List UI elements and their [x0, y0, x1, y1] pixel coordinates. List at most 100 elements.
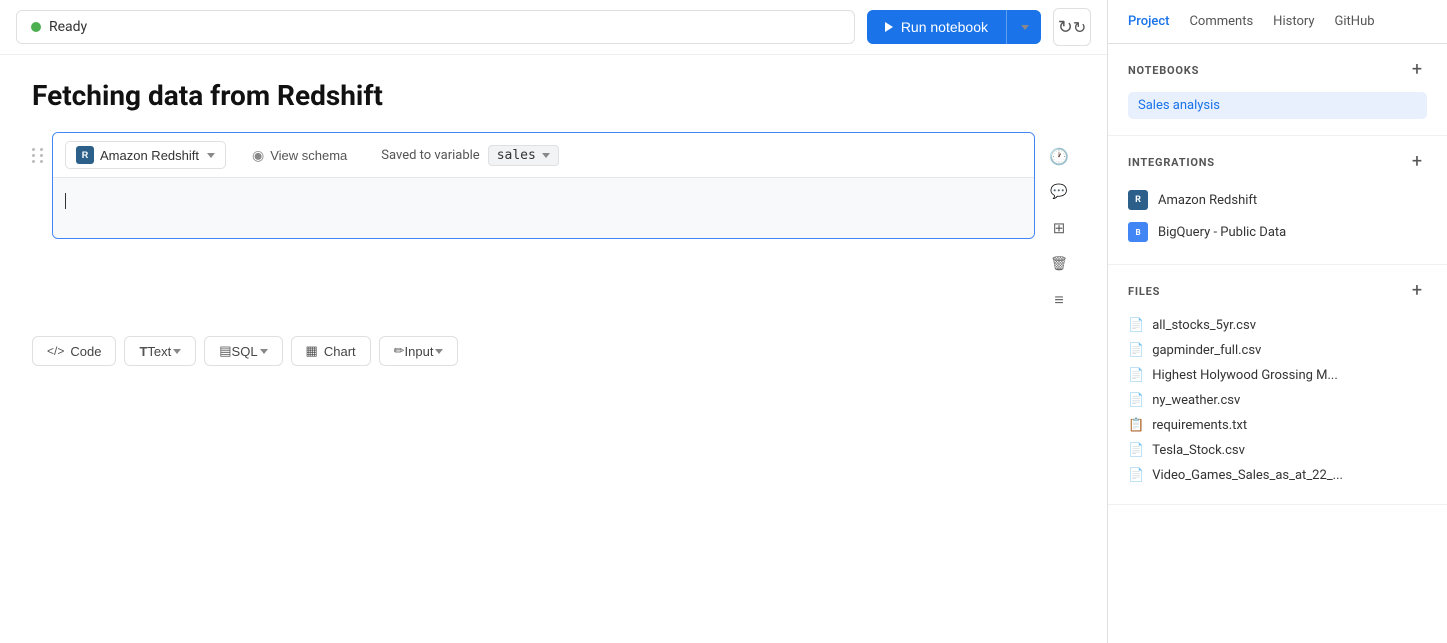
- sidebar-nav-project[interactable]: Project: [1128, 14, 1169, 29]
- file-item-gapminder[interactable]: 📄 gapminder_full.csv: [1128, 338, 1427, 363]
- source-selector-button[interactable]: R Amazon Redshift: [65, 141, 226, 169]
- drag-dots-grid: [32, 148, 44, 163]
- page-body: Fetching data from Redshift: [0, 55, 1107, 643]
- more-cell-icon[interactable]: ≡: [1043, 284, 1075, 316]
- integrations-section: INTEGRATIONS + R Amazon Redshift B BigQu…: [1108, 136, 1447, 265]
- file-item-requirements[interactable]: 📋 requirements.txt: [1128, 413, 1427, 438]
- run-btn-main[interactable]: Run notebook: [867, 10, 1007, 44]
- redshift-sidebar-icon: R: [1128, 190, 1148, 210]
- cell-actions: 🕐 💬 ⊞ 🗑 ≡: [1043, 132, 1075, 316]
- file-icon-video-games: 📄: [1128, 468, 1144, 483]
- file-icon-hollywood: 📄: [1128, 368, 1144, 383]
- main-content: Ready Run notebook ↻ Fetching data from …: [0, 0, 1107, 643]
- files-title: FILES: [1128, 285, 1160, 298]
- drag-dot: [32, 160, 35, 163]
- notebooks-section-header: NOTEBOOKS +: [1128, 60, 1427, 80]
- drag-dot: [40, 148, 43, 151]
- file-item-video-games[interactable]: 📄 Video_Games_Sales_as_at_22_...: [1128, 463, 1427, 488]
- view-schema-button[interactable]: ◉ View schema: [242, 143, 357, 168]
- file-item-ny-weather[interactable]: 📄 ny_weather.csv: [1128, 388, 1427, 413]
- file-item-tesla[interactable]: 📄 Tesla_Stock.csv: [1128, 438, 1427, 463]
- add-chart-button[interactable]: ▦ Chart: [291, 336, 371, 366]
- notebook-item-sales-analysis[interactable]: Sales analysis: [1128, 92, 1427, 119]
- cell-editor[interactable]: [53, 178, 1034, 238]
- bigquery-label: BigQuery - Public Data: [1158, 225, 1286, 240]
- notebooks-section: NOTEBOOKS + Sales analysis: [1108, 44, 1447, 136]
- drag-dot: [32, 154, 35, 157]
- menu-icon: ≡: [1054, 290, 1063, 310]
- refresh-button[interactable]: ↻: [1053, 8, 1091, 46]
- variable-name: sales: [497, 148, 536, 163]
- notebooks-title: NOTEBOOKS: [1128, 64, 1199, 77]
- comment-icon: 💬: [1050, 184, 1067, 200]
- add-file-button[interactable]: +: [1407, 281, 1427, 301]
- play-icon: [885, 22, 893, 32]
- add-integration-button[interactable]: +: [1407, 152, 1427, 172]
- clock-cell-icon: 🕐: [1049, 147, 1069, 166]
- files-section-header: FILES +: [1128, 281, 1427, 301]
- comment-cell-icon[interactable]: 💬: [1043, 176, 1075, 208]
- redshift-label: Amazon Redshift: [1158, 193, 1257, 208]
- run-btn-dropdown[interactable]: [1007, 16, 1041, 39]
- drag-dot: [32, 148, 35, 151]
- notebook-area: Fetching data from Redshift: [32, 79, 1075, 619]
- redshift-cell-icon: R: [76, 146, 94, 164]
- text-btn-icon: T: [139, 344, 147, 359]
- status-pill: Ready: [16, 10, 855, 44]
- status-label: Ready: [49, 19, 87, 35]
- input-chevron-icon: [435, 349, 443, 354]
- sql-btn-icon: ▤: [219, 343, 231, 359]
- integrations-section-header: INTEGRATIONS +: [1128, 152, 1427, 172]
- input-label: Input: [405, 344, 434, 359]
- drag-handle[interactable]: [32, 132, 44, 163]
- run-cell-icon[interactable]: 🕐: [1043, 140, 1075, 172]
- run-notebook-button[interactable]: Run notebook: [867, 10, 1041, 44]
- file-label-requirements: requirements.txt: [1152, 418, 1247, 433]
- file-label-hollywood: Highest Holywood Grossing M...: [1152, 368, 1338, 383]
- status-dot: [31, 22, 41, 32]
- sidebar-nav: Project Comments History GitHub: [1108, 0, 1447, 44]
- file-item-all-stocks[interactable]: 📄 all_stocks_5yr.csv: [1128, 313, 1427, 338]
- file-label-all-stocks: all_stocks_5yr.csv: [1152, 318, 1256, 333]
- file-icon-gapminder: 📄: [1128, 343, 1144, 358]
- add-notebook-button[interactable]: +: [1407, 60, 1427, 80]
- variable-badge[interactable]: sales: [488, 145, 559, 166]
- integration-bigquery[interactable]: B BigQuery - Public Data: [1128, 216, 1427, 248]
- file-label-gapminder: gapminder_full.csv: [1152, 343, 1261, 358]
- add-text-button[interactable]: T Text: [124, 336, 196, 366]
- file-item-hollywood[interactable]: 📄 Highest Holywood Grossing M...: [1128, 363, 1427, 388]
- add-sql-button[interactable]: ▤ SQL: [204, 336, 282, 366]
- bigquery-sidebar-icon: B: [1128, 222, 1148, 242]
- files-section: FILES + 📄 all_stocks_5yr.csv 📄 gapminder…: [1108, 265, 1447, 505]
- file-icon-all-stocks: 📄: [1128, 318, 1144, 333]
- source-label: Amazon Redshift: [100, 148, 199, 163]
- text-chevron-icon: [173, 349, 181, 354]
- sidebar-nav-comments[interactable]: Comments: [1189, 14, 1253, 29]
- sidebar-nav-github[interactable]: GitHub: [1335, 14, 1375, 29]
- top-bar: Ready Run notebook ↻: [0, 0, 1107, 55]
- table-icon: ⊞: [1053, 219, 1066, 237]
- trash-icon: 🗑: [1050, 256, 1068, 272]
- text-cursor: [65, 193, 66, 209]
- sql-label: SQL: [232, 344, 258, 359]
- add-code-button[interactable]: </> Code: [32, 336, 116, 366]
- file-label-ny-weather: ny_weather.csv: [1152, 393, 1240, 408]
- page-title: Fetching data from Redshift: [32, 79, 1075, 112]
- pencil-btn-icon: ✏: [394, 343, 405, 359]
- variable-chevron-icon: [542, 153, 550, 158]
- chart-label: Chart: [324, 344, 356, 359]
- drag-dot: [40, 160, 43, 163]
- sidebar-nav-history[interactable]: History: [1273, 14, 1314, 29]
- view-schema-label: View schema: [270, 148, 347, 163]
- code-label: Code: [70, 344, 101, 359]
- cell-toolbar: R Amazon Redshift ◉ View schema Saved to…: [53, 133, 1034, 178]
- table-cell-icon[interactable]: ⊞: [1043, 212, 1075, 244]
- saved-variable: Saved to variable sales: [381, 145, 559, 166]
- integration-redshift[interactable]: R Amazon Redshift: [1128, 184, 1427, 216]
- add-input-button[interactable]: ✏ Input: [379, 336, 459, 366]
- source-chevron-icon: [207, 153, 215, 158]
- delete-cell-icon[interactable]: 🗑: [1043, 248, 1075, 280]
- run-label: Run notebook: [901, 19, 988, 35]
- eye-icon: ◉: [252, 147, 264, 164]
- right-sidebar: Project Comments History GitHub NOTEBOOK…: [1107, 0, 1447, 643]
